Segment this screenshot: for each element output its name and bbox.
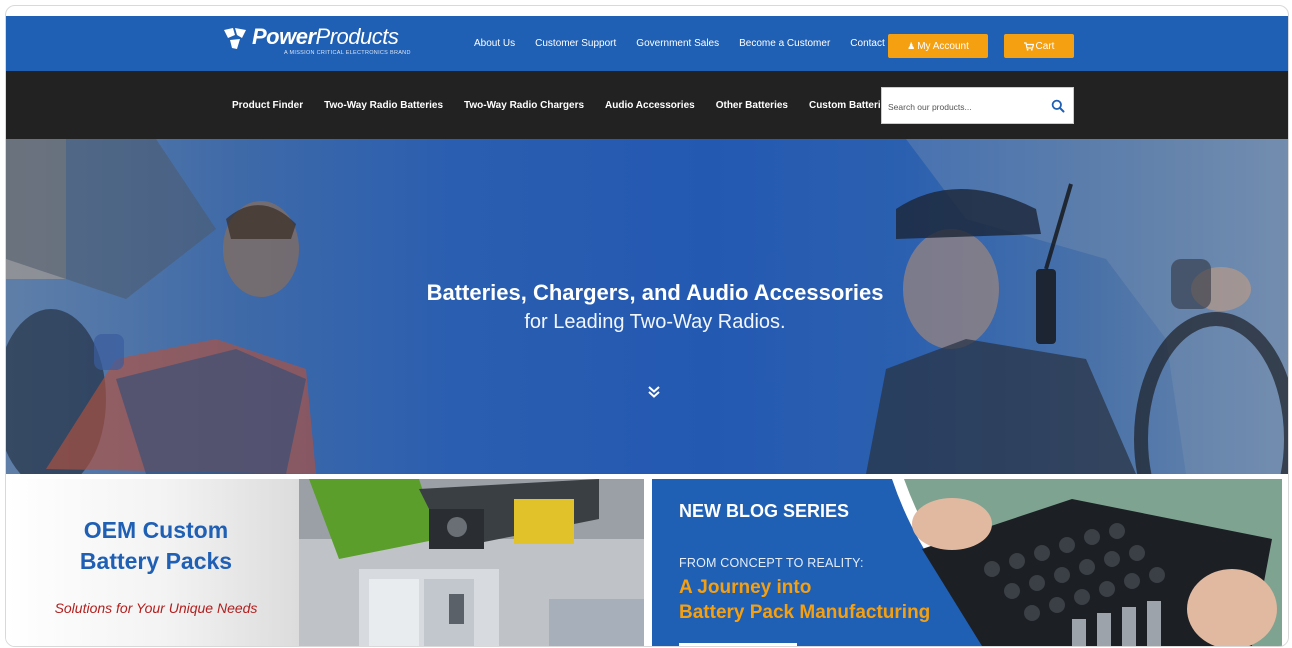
main-nav: Product Finder Two-Way Radio Batteries T…	[6, 71, 1288, 139]
logo-wordmark: PowerProducts	[252, 24, 399, 49]
search-box	[881, 87, 1074, 124]
hero-background-image	[6, 139, 1288, 474]
blog-headline-line1: A Journey into	[679, 577, 812, 598]
double-chevron-down-icon[interactable]	[647, 385, 661, 399]
nav-customer-support[interactable]: Customer Support	[535, 38, 616, 49]
hero-title: Batteries, Chargers, and Audio Accessori…	[426, 280, 884, 305]
hero-subtitle: for Leading Two-Way Radios.	[524, 311, 786, 333]
oem-subtitle: Solutions for Your Unique Needs	[54, 600, 258, 616]
blog-pretitle: FROM CONCEPT TO REALITY:	[679, 556, 864, 570]
blog-headline-line2: Battery Pack Manufacturing	[679, 602, 931, 623]
hero-banner: Batteries, Chargers, and Audio Accessori…	[6, 139, 1288, 474]
blog-promo-card[interactable]: NEW BLOG SERIES FROM CONCEPT TO REALITY:…	[652, 479, 1282, 646]
browser-viewport: PowerProducts A Mission Critical Electro…	[5, 5, 1289, 647]
brand-logo[interactable]: PowerProducts A Mission Critical Electro…	[222, 24, 414, 60]
blog-kicker: NEW BLOG SERIES	[679, 501, 850, 521]
oem-title: OEM Custom Battery Packs	[6, 515, 306, 577]
nav-about-us[interactable]: About Us	[474, 38, 515, 49]
main-nav-items: Product Finder Two-Way Radio Batteries T…	[232, 71, 913, 139]
logo-mark-icon	[224, 28, 246, 49]
nav-two-way-radio-batteries[interactable]: Two-Way Radio Batteries	[324, 100, 443, 111]
oem-machine-image	[299, 479, 644, 646]
cart-icon	[1023, 41, 1034, 51]
nav-become-a-customer[interactable]: Become a Customer	[739, 38, 830, 49]
cart-label: Cart	[1035, 40, 1055, 52]
nav-custom-batteries[interactable]: Custom Batteries	[809, 100, 892, 111]
user-icon: ♟	[907, 40, 916, 51]
blog-headline: A Journey into Battery Pack Manufacturin…	[679, 575, 930, 625]
utility-nav: About Us Customer Support Government Sal…	[474, 16, 920, 71]
nav-audio-accessories[interactable]: Audio Accessories	[605, 100, 695, 111]
blog-cta-bar	[679, 643, 797, 646]
nav-other-batteries[interactable]: Other Batteries	[716, 100, 788, 111]
my-account-label: My Account	[917, 40, 969, 52]
logo-tagline: A Mission Critical Electronics Brand	[284, 50, 411, 56]
search-input[interactable]	[886, 98, 1050, 116]
cart-button[interactable]: Cart	[1004, 34, 1074, 58]
nav-two-way-radio-chargers[interactable]: Two-Way Radio Chargers	[464, 100, 584, 111]
oem-title-line1: OEM Custom	[83, 517, 229, 543]
nav-product-finder[interactable]: Product Finder	[232, 100, 303, 111]
my-account-button[interactable]: ♟ My Account	[888, 34, 988, 58]
search-icon[interactable]	[1051, 99, 1065, 113]
oem-title-line2: Battery Packs	[79, 548, 233, 574]
nav-government-sales[interactable]: Government Sales	[636, 38, 719, 49]
top-header: PowerProducts A Mission Critical Electro…	[6, 16, 1288, 71]
oem-promo-card[interactable]: OEM Custom Battery Packs Solutions for Y…	[6, 479, 644, 646]
promo-section: OEM Custom Battery Packs Solutions for Y…	[6, 474, 1288, 646]
